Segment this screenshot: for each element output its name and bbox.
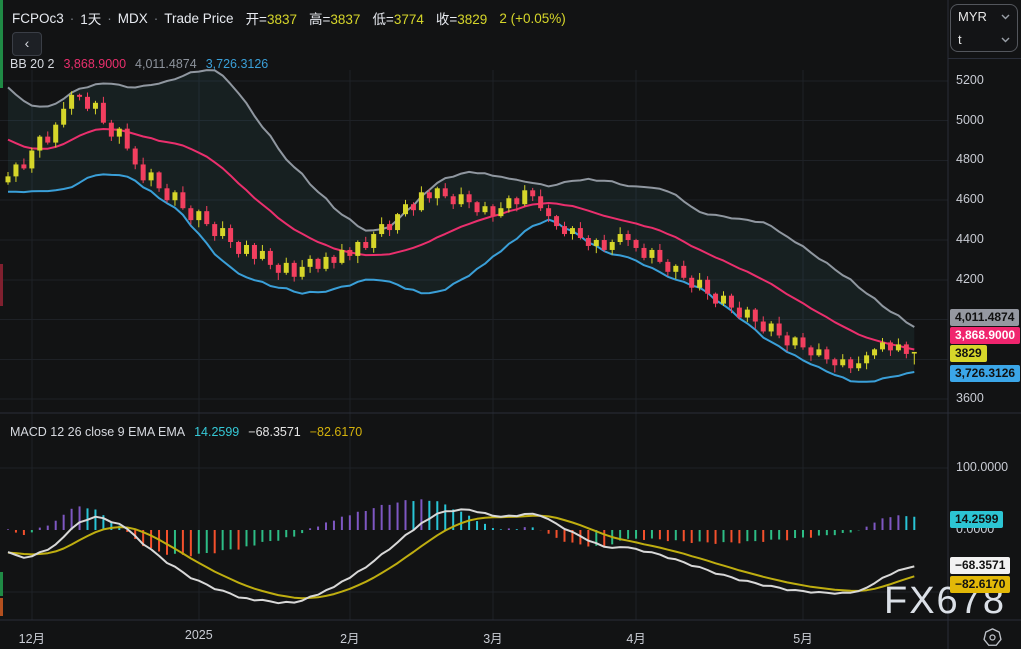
currency-dropdown[interactable]: MYR — [951, 5, 1017, 28]
macd-indicator-legend[interactable]: MACD 12 26 close 9 EMA EMA 14.2599 −68.3… — [10, 425, 362, 439]
edge-mark — [0, 0, 3, 88]
axis-unit-selector: MYR t — [950, 4, 1018, 52]
separator-dot: · — [154, 11, 159, 26]
edge-mark — [0, 572, 3, 596]
bb-basis-value: 3,868.9000 — [63, 57, 126, 71]
macd-axis-chip-amber: −82.6170 — [950, 576, 1010, 593]
separator-dot: · — [107, 11, 112, 26]
macd-hist-value: 14.2599 — [194, 425, 239, 439]
time-axis[interactable] — [0, 620, 948, 649]
back-button[interactable]: ‹ — [12, 32, 42, 56]
price-axis-chip-blue: 3,726.3126 — [950, 365, 1020, 382]
edge-mark — [0, 598, 3, 616]
unit-dropdown[interactable]: t — [951, 28, 1017, 51]
bb-upper-value: 4,011.4874 — [135, 57, 197, 71]
left-edge-strip — [0, 0, 3, 649]
edge-mark — [0, 264, 3, 306]
bb-legend-title: BB 20 2 — [10, 57, 54, 71]
price-axis-chip-pink: 3,868.9000 — [950, 327, 1020, 344]
symbol-header: FCPOc3 · 1天 · MDX · Trade Price 开=3837 高… — [12, 8, 566, 28]
macd-signal-value: −82.6170 — [310, 425, 362, 439]
macd-legend-title: MACD 12 26 close 9 EMA EMA — [10, 425, 185, 439]
separator-dot: · — [70, 11, 75, 26]
interval-label[interactable]: 1天 — [80, 8, 101, 28]
settings-icon[interactable] — [981, 626, 1004, 649]
ohlc-close: 收=3829 — [436, 8, 487, 28]
chevron-down-icon — [1001, 14, 1010, 20]
change-value: 2 (+0.05%) — [499, 11, 565, 26]
chart-canvas[interactable] — [0, 0, 1021, 649]
ohlc-high: 高=3837 — [309, 8, 360, 28]
ohlc-open: 开=3837 — [246, 8, 297, 28]
macd-axis-chip-teal: 14.2599 — [950, 511, 1003, 528]
bb-lower-value: 3,726.3126 — [206, 57, 269, 71]
symbol-name[interactable]: FCPOc3 — [12, 11, 64, 26]
currency-value: MYR — [958, 9, 987, 24]
exchange-label: MDX — [118, 11, 148, 26]
unit-value: t — [958, 32, 962, 47]
trading-chart-app: FX678 5200500048004600440042004000380036… — [0, 0, 1021, 649]
bb-indicator-legend[interactable]: BB 20 2 3,868.9000 4,011.4874 3,726.3126 — [10, 57, 268, 71]
ohlc-low: 低=3774 — [372, 8, 423, 28]
price-axis-chip-gray: 4,011.4874 — [950, 309, 1019, 326]
macd-axis-chip-white: −68.3571 — [950, 557, 1010, 574]
macd-line-value: −68.3571 — [248, 425, 300, 439]
price-type-label: Trade Price — [164, 11, 233, 26]
chevron-down-icon — [1001, 37, 1010, 43]
price-axis-chip-yellow: 3829 — [950, 345, 987, 362]
axis-divider — [948, 58, 1021, 59]
